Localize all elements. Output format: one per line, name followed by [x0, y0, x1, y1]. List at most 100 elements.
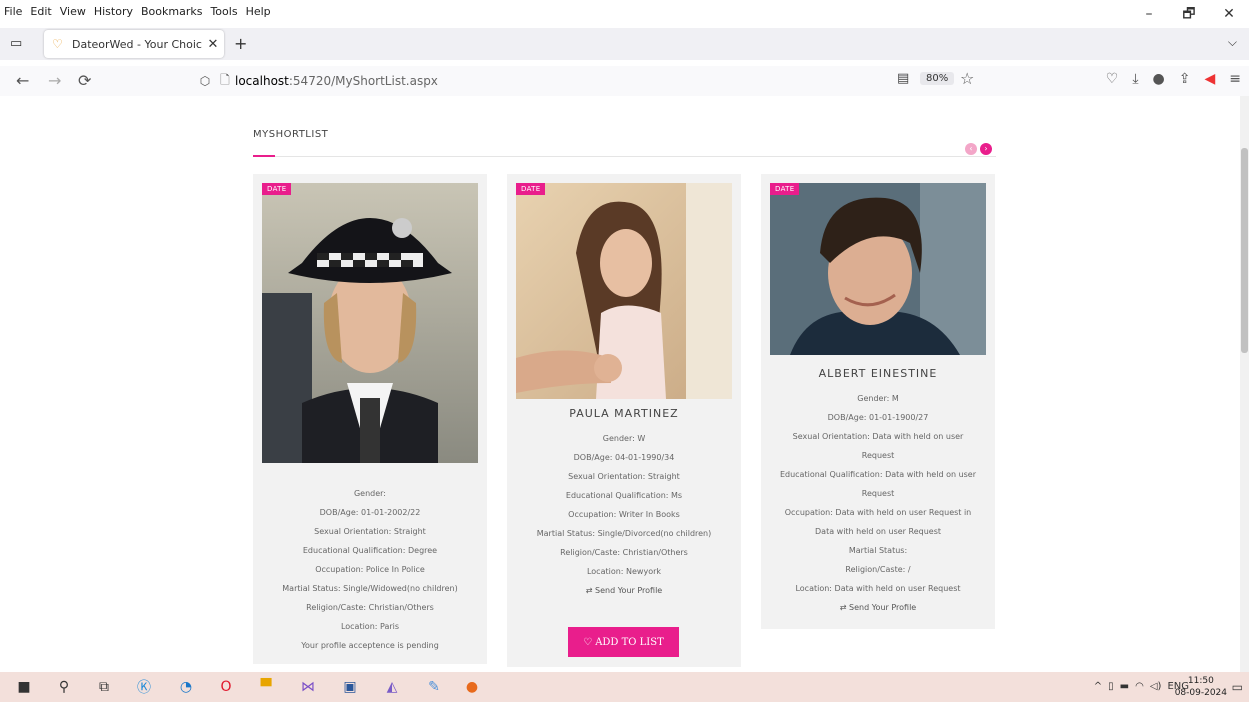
- tab-dateorwed[interactable]: ♡ DateorWed - Your Choice ✕: [44, 30, 224, 58]
- menu-history[interactable]: History: [90, 5, 137, 18]
- occupation-text: Occupation: Data with held on user Reque…: [784, 508, 972, 517]
- menu-view[interactable]: View: [56, 5, 90, 18]
- young-man-photo: [770, 183, 986, 355]
- restore-button[interactable]: 🗗: [1169, 0, 1209, 28]
- forward-button[interactable]: →: [48, 71, 61, 90]
- dob-text: DOB/Age: 04-01-1990/34: [573, 453, 675, 462]
- profile-name: ALBERT EINESTINE: [818, 367, 938, 380]
- location-text: Location: Data with held on user Request: [795, 584, 961, 593]
- url-bar[interactable]: ⬡ 🗋 localhost:54720/MyShortList.aspx: [195, 69, 990, 93]
- orientation-text: Sexual Orientation: Straight: [568, 472, 680, 481]
- marital-status-text: Martial Status: Single/Divorced(no child…: [536, 529, 712, 538]
- word-icon[interactable]: ▣: [340, 677, 360, 697]
- carousel-arrows: ‹ ›: [965, 143, 992, 155]
- menu-edit[interactable]: Edit: [26, 5, 55, 18]
- volume-icon[interactable]: ◁): [1150, 681, 1162, 692]
- menu-tools[interactable]: Tools: [206, 5, 241, 18]
- send-profile-link[interactable]: ⇄ Send Your Profile: [761, 598, 995, 617]
- heart-favicon-icon: ♡: [52, 37, 63, 51]
- edge-icon[interactable]: ◔: [176, 677, 196, 697]
- tab-close-icon[interactable]: ✕: [202, 37, 224, 52]
- menu-help[interactable]: Help: [242, 5, 275, 18]
- zoom-level[interactable]: 80%: [920, 72, 955, 85]
- profile-details: PAULA MARTINEZ Gender: W DOB/Age: 04-01-…: [507, 404, 741, 600]
- clock[interactable]: 11:50 08-09-2024: [1175, 675, 1227, 699]
- occupation-text: Occupation: Police In Police: [315, 565, 425, 574]
- visual-studio-code-icon[interactable]: ◭: [382, 677, 402, 697]
- pending-status-text: Your profile acceptence is pending: [301, 641, 439, 650]
- profile-details: Gender: DOB/Age: 01-01-2002/22 Sexual Or…: [253, 484, 487, 655]
- opera-icon[interactable]: O: [216, 677, 236, 697]
- policewoman-photo: [262, 183, 478, 463]
- location-text: Location: Newyork: [586, 567, 662, 576]
- file-explorer-icon[interactable]: ▀: [256, 677, 276, 697]
- list-all-tabs-icon[interactable]: ⌵: [1228, 35, 1237, 50]
- tray-chevron-icon[interactable]: ^: [1094, 681, 1102, 692]
- tab-list-icon[interactable]: ▭: [10, 36, 24, 51]
- education-text: Educational Qualification: Degree: [302, 546, 438, 555]
- title-divider: [253, 156, 996, 157]
- date-tag: DATE: [262, 183, 292, 195]
- title-accent: [253, 155, 275, 157]
- date-tag: DATE: [770, 183, 800, 195]
- url-host: localhost: [235, 74, 289, 88]
- gender-text: Gender:: [353, 489, 387, 498]
- tab-title: DateorWed - Your Choice: [72, 37, 202, 51]
- orientation-text: Sexual Orientation: Data with held on us…: [792, 432, 964, 441]
- send-profile-link[interactable]: ⇄ Send Your Profile: [507, 581, 741, 600]
- woman-photo: [516, 183, 732, 399]
- profile-photo: DATE: [516, 183, 732, 399]
- page-scrollbar[interactable]: [1240, 96, 1249, 672]
- location-text: Location: Paris: [340, 622, 400, 631]
- gender-text: Gender: W: [602, 434, 646, 443]
- battery-icon[interactable]: ▬: [1120, 681, 1129, 692]
- paint-icon[interactable]: ✎: [424, 677, 444, 697]
- menu-file[interactable]: File: [0, 5, 26, 18]
- bookmark-star-icon[interactable]: ☆: [960, 69, 974, 88]
- nav-bar: ← → ⟳ ⬡ 🗋 localhost:54720/MyShortList.as…: [0, 66, 1249, 96]
- notifications-icon[interactable]: ▭: [1232, 680, 1243, 694]
- marital-status-text: Martial Status: Single/Widowed(no childr…: [282, 584, 458, 593]
- marital-status-text: Martial Status:: [848, 546, 908, 555]
- close-window-button[interactable]: ✕: [1209, 0, 1249, 28]
- search-icon[interactable]: ⚲: [54, 677, 74, 697]
- minimize-button[interactable]: –: [1129, 0, 1169, 28]
- section-title: MYSHORTLIST: [253, 129, 329, 140]
- account-icon[interactable]: ●: [1153, 71, 1165, 87]
- religion-text: Religion/Caste: Christian/Others: [560, 548, 688, 557]
- reload-button[interactable]: ⟳: [78, 71, 91, 90]
- education-text-cont: Request: [861, 489, 895, 498]
- education-text: Educational Qualification: Data with hel…: [779, 470, 977, 479]
- tray-device-icon[interactable]: ▯: [1108, 681, 1114, 692]
- url-path: :54720/MyShortList.aspx: [288, 74, 438, 88]
- dob-text: DOB/Age: 01-01-2002/22: [319, 508, 421, 517]
- prev-arrow-icon[interactable]: ‹: [965, 143, 977, 155]
- menu-bookmarks[interactable]: Bookmarks: [137, 5, 206, 18]
- firefox-icon[interactable]: ●: [462, 677, 482, 697]
- pocket-icon[interactable]: ♡: [1106, 71, 1119, 87]
- shield-icon[interactable]: ⬡: [195, 74, 215, 88]
- wifi-icon[interactable]: ◠: [1135, 681, 1144, 692]
- back-button[interactable]: ←: [16, 71, 29, 90]
- menu-icon[interactable]: ≡: [1229, 71, 1241, 87]
- download-icon[interactable]: ⤓: [1132, 71, 1138, 87]
- share-icon[interactable]: ⇪: [1179, 71, 1191, 87]
- heart-icon: ♡: [583, 636, 593, 648]
- clock-date: 08-09-2024: [1174, 688, 1227, 698]
- add-to-list-label: ADD TO LIST: [595, 636, 664, 648]
- menu-bar: File Edit View History Bookmarks Tools H…: [0, 0, 1249, 22]
- add-to-list-button[interactable]: ♡ ADD TO LIST: [568, 627, 679, 657]
- gender-text: Gender: M: [857, 394, 899, 403]
- task-view-icon[interactable]: ⧉: [94, 677, 114, 697]
- new-tab-button[interactable]: +: [234, 34, 247, 53]
- k-app-icon[interactable]: Ⓚ: [134, 677, 154, 697]
- toolbar-icons: ♡ ⤓ ● ⇪ ◀ ≡: [1106, 71, 1241, 87]
- scrollbar-thumb[interactable]: [1241, 148, 1248, 353]
- education-text: Educational Qualification: Ms: [565, 491, 683, 500]
- reader-view-icon[interactable]: ▤: [897, 71, 909, 86]
- megaphone-icon[interactable]: ◀: [1204, 71, 1215, 87]
- page-content: MYSHORTLIST ‹ › DATE Gender: DOB/Age: 01…: [0, 96, 1249, 672]
- windows-start-icon[interactable]: ■: [14, 677, 34, 697]
- next-arrow-icon[interactable]: ›: [980, 143, 992, 155]
- visual-studio-icon[interactable]: ⋈: [298, 677, 318, 697]
